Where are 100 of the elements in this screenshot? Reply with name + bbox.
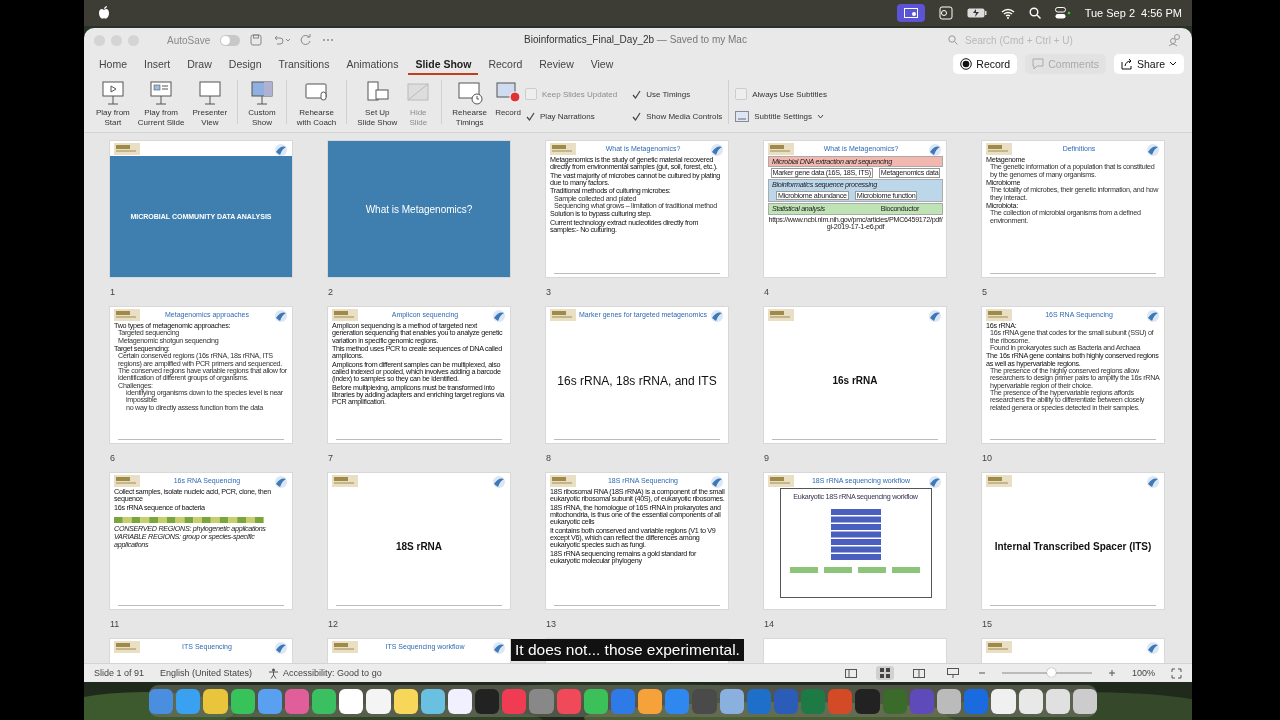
- accessibility-status[interactable]: Accessibility: Good to go: [268, 667, 382, 679]
- emblem-icon: [1146, 309, 1160, 323]
- caret-icon: [1169, 61, 1177, 67]
- ribbon-tab[interactable]: Design: [221, 53, 269, 75]
- slide-number: 1: [110, 287, 116, 297]
- ribbon-tab[interactable]: Home: [92, 53, 134, 75]
- emblem-icon: [1146, 143, 1160, 157]
- emblem-icon: [274, 475, 288, 489]
- slide-number: 12: [328, 619, 339, 629]
- slide-thumbnail[interactable]: [982, 141, 1164, 277]
- slide-thumbnail[interactable]: [982, 307, 1164, 443]
- zoom-in-icon: [1107, 669, 1116, 677]
- undo-icon: [272, 34, 291, 46]
- zoom-out-icon: [977, 669, 986, 677]
- caret-icon: [817, 113, 825, 119]
- language-status[interactable]: English (United States): [160, 668, 253, 678]
- subtitle-icon: [735, 110, 750, 122]
- control-center-icon: [1054, 7, 1071, 19]
- wifi-icon: [1000, 7, 1015, 19]
- slide-thumbnail[interactable]: Internal Transcribed Spacer (ITS): [982, 473, 1164, 609]
- emblem-icon: [710, 309, 724, 323]
- option-checkbox[interactable]: Play Narrations: [525, 105, 618, 127]
- record-button[interactable]: Record: [953, 54, 1018, 74]
- slide-thumbnail[interactable]: [110, 473, 292, 609]
- ribbon-button[interactable]: Set Up Slide Show: [353, 78, 402, 129]
- emblem-icon: [492, 309, 506, 323]
- slide-thumbnail[interactable]: [764, 141, 946, 277]
- slide-thumbnail[interactable]: [110, 307, 292, 443]
- check-icon: [631, 89, 641, 99]
- accessibility-icon: [268, 667, 280, 679]
- slide-number: 11: [110, 619, 121, 629]
- ribbon-tab[interactable]: Record: [481, 53, 530, 75]
- emblem-icon: [274, 143, 288, 157]
- ribbon-button[interactable]: Custom Show: [244, 78, 280, 129]
- save-icon: [250, 34, 263, 46]
- slide-counter: Slide 1 of 91: [94, 668, 145, 678]
- app-icon[interactable]: [638, 688, 663, 714]
- slide-thumbnail[interactable]: [328, 307, 510, 443]
- subtitle-settings-button[interactable]: Subtitle Settings: [735, 105, 827, 127]
- app-icon[interactable]: [203, 688, 228, 714]
- zoom-slider-thumb[interactable]: [1047, 668, 1057, 677]
- people-icon: [1168, 33, 1182, 47]
- ribbon-tab[interactable]: Animations: [339, 53, 406, 75]
- slide-number: 15: [982, 619, 993, 629]
- play-screen-icon: [99, 80, 126, 106]
- slide-thumbnail[interactable]: 18S rRNA: [328, 473, 510, 609]
- emblem-icon: [1146, 641, 1160, 655]
- ribbon-tab[interactable]: View: [583, 53, 621, 75]
- more-icon: [322, 38, 335, 42]
- app-icon[interactable]: [366, 688, 391, 714]
- search-icon: [1028, 7, 1041, 19]
- zoom-percent: 100%: [1131, 668, 1155, 678]
- ribbon-button[interactable]: Record: [491, 78, 526, 120]
- ribbon-button[interactable]: Rehearse with Coach: [292, 78, 341, 129]
- search-icon: [948, 35, 958, 45]
- slide-number: 10: [982, 453, 993, 463]
- custom-show-icon: [248, 80, 275, 106]
- record-icon: [960, 58, 973, 70]
- emblem-icon: [710, 475, 724, 489]
- check-icon: [631, 111, 641, 121]
- slide-number: 5: [982, 287, 988, 297]
- app-icon[interactable]: [339, 688, 364, 714]
- option-checkbox[interactable]: Use Timings: [631, 83, 723, 105]
- emblem-icon: [928, 309, 942, 323]
- emblem-icon: [274, 309, 288, 323]
- ribbon-button[interactable]: Presenter View: [188, 78, 232, 129]
- slide-number: 4: [764, 287, 770, 297]
- slide-screen-icon: [148, 80, 175, 106]
- slide-thumbnail[interactable]: [546, 141, 728, 277]
- slide-number: 14: [764, 619, 775, 629]
- ribbon-button[interactable]: Play from Current Slide: [133, 78, 189, 129]
- slide-title: What is Metagenomics?: [365, 203, 473, 215]
- slide-thumbnail[interactable]: 16s rRNA: [764, 307, 946, 443]
- share-button[interactable]: Share: [1113, 54, 1184, 74]
- slide-thumbnail[interactable]: [546, 473, 728, 609]
- ribbon-button[interactable]: Rehearse Timings: [448, 78, 492, 129]
- ribbon-button[interactable]: Play from Start: [92, 78, 134, 129]
- subtitle-toast: It does not... those experimental.: [511, 639, 744, 661]
- slide-thumbnail[interactable]: What is Metagenomics?: [328, 141, 510, 277]
- autosave-toggle[interactable]: [220, 34, 241, 46]
- share-icon: [1120, 58, 1133, 70]
- app-icon[interactable]: [312, 688, 337, 714]
- ribbon-tab[interactable]: Review: [532, 53, 581, 75]
- ribbon-tab[interactable]: Insert: [137, 53, 178, 75]
- option-checkbox[interactable]: Always Use Subtitles: [735, 83, 827, 105]
- ribbon-tab[interactable]: Draw: [180, 53, 219, 75]
- ribbon-tab[interactable]: Slide Show: [408, 53, 479, 75]
- slide-number: 3: [546, 287, 552, 297]
- sorter-view-button[interactable]: [875, 666, 894, 680]
- slide-number: 2: [328, 287, 334, 297]
- slide-statement: 18S rRNA: [395, 541, 443, 552]
- menu-bar-date: Tue Sep 2: [1084, 7, 1136, 19]
- app-icon[interactable]: [991, 688, 1016, 714]
- option-checkbox[interactable]: Show Media Controls: [631, 105, 723, 127]
- timings-screen-icon: [456, 80, 483, 106]
- emblem-icon: [1146, 475, 1160, 489]
- emblem-icon: [492, 475, 506, 489]
- check-icon: [525, 111, 535, 121]
- ribbon-tab[interactable]: Transitions: [271, 53, 337, 75]
- screen-share-icon[interactable]: [896, 4, 925, 22]
